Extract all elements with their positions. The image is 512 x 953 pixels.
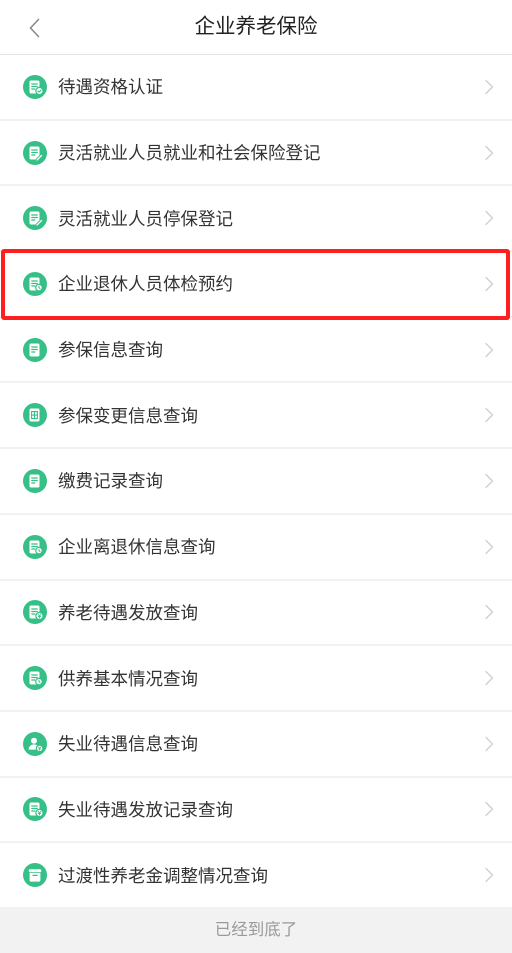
chevron-right-icon [484, 342, 494, 358]
menu-item[interactable]: 企业离退休信息查询 [0, 514, 512, 579]
menu-item[interactable]: 参保变更信息查询 [0, 383, 512, 448]
menu-item-label: 供养基本情况查询 [58, 668, 198, 689]
chevron-right-icon [484, 670, 494, 686]
document-list-icon [23, 337, 47, 362]
menu-item[interactable]: 养老待遇发放查询 [0, 580, 512, 645]
menu-item[interactable]: 灵活就业人员就业和社会保险登记 [0, 120, 512, 185]
chevron-right-icon [484, 801, 494, 817]
menu-item-label: 灵活就业人员停保登记 [58, 208, 233, 229]
back-button[interactable] [27, 17, 43, 39]
end-of-list-notice: 已经到底了 [214, 920, 298, 939]
menu-item[interactable]: 缴费记录查询 [0, 449, 512, 513]
chevron-right-icon [484, 473, 494, 489]
menu-item-label: 灵活就业人员就业和社会保险登记 [58, 143, 321, 164]
menu-item[interactable]: 供养基本情况查询 [0, 646, 512, 710]
header-bar: 企业养老保险 [0, 0, 512, 55]
user-coin-icon [23, 731, 47, 756]
document-grid-icon [23, 403, 47, 428]
document-edit-icon [23, 140, 47, 165]
menu-item[interactable]: 过渡性养老金调整情况查询 [0, 843, 512, 907]
chevron-right-icon [484, 604, 494, 620]
menu-item-label: 企业退休人员体检预约 [58, 274, 233, 295]
chevron-right-icon [484, 736, 494, 752]
menu-list: 待遇资格认证灵活就业人员就业和社会保险登记 灵活就业人员停保登记 企业退休人员体检预… [0, 55, 512, 907]
menu-item-label: 待遇资格认证 [58, 77, 163, 98]
menu-item[interactable]: 企业退休人员体检预约 [0, 249, 512, 320]
chevron-right-icon [484, 79, 494, 95]
menu-item[interactable]: 失业待遇信息查询 [0, 711, 512, 776]
chevron-right-icon [484, 539, 494, 555]
document-edit-icon [23, 206, 47, 231]
document-search-icon [23, 534, 47, 559]
menu-item-label: 参保变更信息查询 [58, 405, 198, 426]
document-coin-icon [23, 600, 47, 625]
document-search-icon [23, 271, 47, 296]
menu-item[interactable]: 待遇资格认证 [0, 55, 512, 119]
menu-item[interactable]: 参保信息查询 [0, 317, 512, 382]
page-title: 企业养老保险 [194, 15, 318, 38]
document-coin-icon [23, 797, 47, 822]
box-icon [23, 863, 47, 888]
menu-item-label: 过渡性养老金调整情况查询 [58, 865, 268, 886]
document-search-icon [23, 666, 47, 691]
menu-item-label: 养老待遇发放查询 [58, 602, 198, 623]
document-check-icon [23, 74, 47, 99]
chevron-right-icon [484, 145, 494, 161]
menu-item-label: 失业待遇信息查询 [58, 734, 198, 755]
chevron-right-icon [484, 867, 494, 883]
menu-item[interactable]: 失业待遇发放记录查询 [0, 777, 512, 842]
chevron-right-icon [484, 276, 494, 292]
document-list-icon [23, 468, 47, 493]
chevron-left-icon [29, 18, 40, 38]
chevron-right-icon [484, 407, 494, 423]
menu-item-label: 企业离退休信息查询 [58, 537, 216, 558]
menu-item-label: 缴费记录查询 [58, 471, 163, 492]
menu-item[interactable]: 灵活就业人员停保登记 [0, 186, 512, 251]
menu-item-label: 参保信息查询 [58, 340, 163, 361]
menu-item-label: 失业待遇发放记录查询 [58, 799, 233, 820]
chevron-right-icon [484, 210, 494, 226]
